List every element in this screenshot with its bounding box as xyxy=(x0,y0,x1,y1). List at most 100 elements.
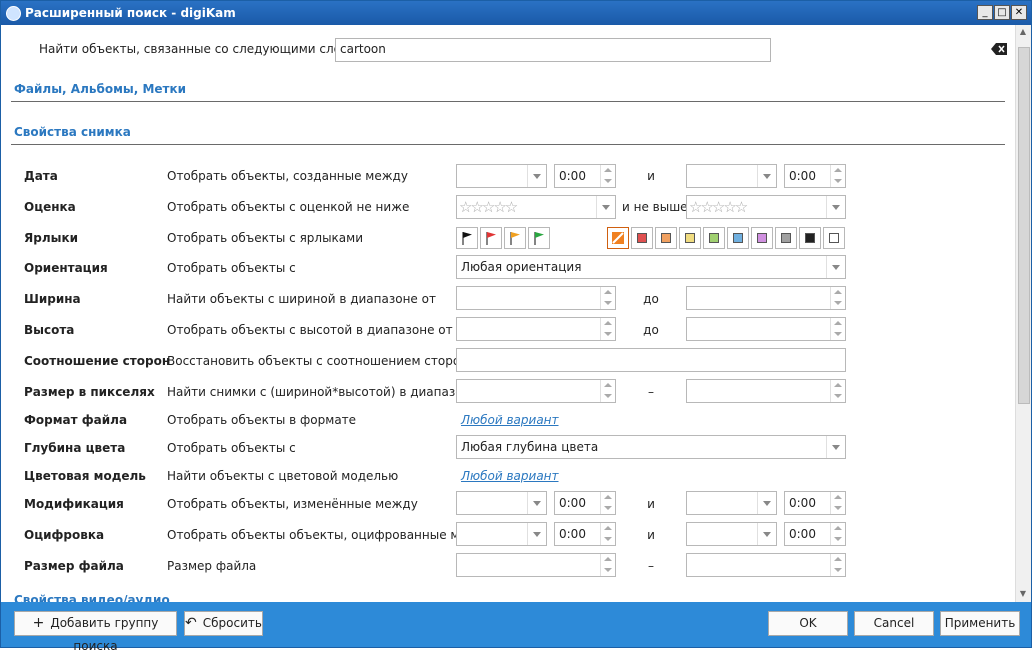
modified-to-combo[interactable] xyxy=(686,491,777,515)
flag-button[interactable] xyxy=(528,227,550,249)
height-to-spin[interactable] xyxy=(686,317,846,341)
spin-arrows-icon[interactable] xyxy=(600,380,615,402)
date-from-time[interactable]: 0:00 xyxy=(554,164,616,188)
color-depth-combo[interactable]: Любая глубина цвета xyxy=(456,435,846,459)
keywords-input[interactable]: cartoon xyxy=(335,38,771,62)
scrollbar-thumb[interactable] xyxy=(1018,47,1030,404)
divider xyxy=(11,101,1005,102)
digitized-label: Оцифровка xyxy=(24,528,105,542)
flag-button[interactable] xyxy=(504,227,526,249)
color-label-button[interactable] xyxy=(703,227,725,249)
file-size-to-spin[interactable] xyxy=(686,553,846,577)
chevron-down-icon xyxy=(596,196,615,218)
clear-icon[interactable] xyxy=(991,43,1007,55)
format-desc: Отобрать объекты в формате xyxy=(167,413,357,427)
color-label-button[interactable] xyxy=(823,227,845,249)
spin-arrows-icon[interactable] xyxy=(830,287,845,309)
file-size-from-spin[interactable] xyxy=(456,553,616,577)
title-bar: Расширенный поиск - digiKam _ □ ✕ xyxy=(1,1,1031,25)
digitized-from-combo[interactable] xyxy=(456,522,547,546)
chevron-down-icon xyxy=(527,165,546,187)
window-title: Расширенный поиск - digiKam xyxy=(25,6,236,20)
aspect-label: Соотношение сторон xyxy=(24,354,171,368)
spin-arrows-icon[interactable] xyxy=(830,492,845,514)
modified-from-time[interactable]: 0:00 xyxy=(554,491,616,515)
chevron-down-icon xyxy=(826,436,845,458)
pixel-size-label: Размер в пикселях xyxy=(24,385,155,399)
spin-arrows-icon[interactable] xyxy=(830,318,845,340)
section-files-albums-tags[interactable]: Файлы, Альбомы, Метки xyxy=(14,82,186,96)
color-label-button[interactable] xyxy=(655,227,677,249)
color-model-desc: Найти объекты с цветовой моделью xyxy=(167,469,399,483)
scroll-down-icon[interactable]: ▼ xyxy=(1018,589,1028,599)
spin-arrows-icon[interactable] xyxy=(830,165,845,187)
chevron-down-icon xyxy=(527,492,546,514)
color-label-button[interactable] xyxy=(727,227,749,249)
chevron-down-icon xyxy=(757,165,776,187)
width-to-spin[interactable] xyxy=(686,286,846,310)
rating-max-combo[interactable]: ☆☆☆☆☆ xyxy=(686,195,846,219)
add-search-group-button[interactable]: + Добавить группу поиска xyxy=(14,611,177,653)
labels-desc: Отобрать объекты с ярлыками xyxy=(167,231,364,245)
spin-arrows-icon[interactable] xyxy=(830,523,845,545)
date-to-combo[interactable] xyxy=(686,164,777,188)
format-any-link[interactable]: Любой вариант xyxy=(461,413,559,427)
spin-arrows-icon[interactable] xyxy=(830,380,845,402)
spin-arrows-icon[interactable] xyxy=(830,554,845,576)
digitized-to-combo[interactable] xyxy=(686,522,777,546)
height-from-spin[interactable] xyxy=(456,317,616,341)
date-to-time[interactable]: 0:00 xyxy=(784,164,846,188)
advanced-search-window: Расширенный поиск - digiKam _ □ ✕ Найти … xyxy=(0,0,1032,653)
color-label-button[interactable] xyxy=(799,227,821,249)
orientation-combo[interactable]: Любая ориентация xyxy=(456,255,846,279)
color-swatch-icon xyxy=(733,233,743,243)
scroll-up-icon[interactable]: ▲ xyxy=(1018,27,1028,37)
rating-min-combo[interactable]: ☆☆☆☆☆ xyxy=(456,195,616,219)
color-label-button[interactable] xyxy=(775,227,797,249)
color-swatch-icon xyxy=(829,233,839,243)
date-desc: Отобрать объекты, созданные между xyxy=(167,169,408,183)
flag-button[interactable] xyxy=(480,227,502,249)
digitized-to-time[interactable]: 0:00 xyxy=(784,522,846,546)
spin-arrows-icon[interactable] xyxy=(600,554,615,576)
color-label-button[interactable] xyxy=(631,227,653,249)
spin-arrows-icon[interactable] xyxy=(600,318,615,340)
aspect-ratio-input[interactable] xyxy=(456,348,846,372)
maximize-button[interactable]: □ xyxy=(994,5,1010,20)
reset-button[interactable]: ↶ Сбросить xyxy=(184,611,263,636)
red-flag-icon xyxy=(486,232,496,245)
digitized-from-time[interactable]: 0:00 xyxy=(554,522,616,546)
file-size-desc: Размер файла xyxy=(167,559,257,573)
color-model-any-link[interactable]: Любой вариант xyxy=(461,469,559,483)
spin-arrows-icon[interactable] xyxy=(600,165,615,187)
flag-button[interactable] xyxy=(456,227,478,249)
close-button[interactable]: ✕ xyxy=(1011,5,1027,20)
date-label: Дата xyxy=(24,169,58,183)
cancel-button[interactable]: Cancel xyxy=(854,611,934,636)
spin-arrows-icon[interactable] xyxy=(600,492,615,514)
color-swatch-icon xyxy=(637,233,647,243)
color-label-button[interactable] xyxy=(679,227,701,249)
apply-button[interactable]: Применить xyxy=(940,611,1020,636)
width-from-spin[interactable] xyxy=(456,286,616,310)
undo-icon: ↶ xyxy=(185,615,197,631)
minimize-button[interactable]: _ xyxy=(977,5,993,20)
ok-button[interactable]: OK xyxy=(768,611,848,636)
no-color-label-button[interactable] xyxy=(607,227,629,249)
pixel-size-to-spin[interactable] xyxy=(686,379,846,403)
dash-label: – xyxy=(648,559,654,573)
spin-arrows-icon[interactable] xyxy=(600,287,615,309)
color-label-button[interactable] xyxy=(751,227,773,249)
spin-arrows-icon[interactable] xyxy=(600,523,615,545)
width-desc: Найти объекты с шириной в диапазоне от xyxy=(167,292,436,306)
rating-desc: Отобрать объекты с оценкой не ниже xyxy=(167,200,410,214)
stars-icon: ☆☆☆☆☆ xyxy=(689,198,748,216)
pixel-size-from-spin[interactable] xyxy=(456,379,616,403)
vertical-scrollbar[interactable]: ▲ ▼ xyxy=(1015,25,1031,603)
date-from-combo[interactable] xyxy=(456,164,547,188)
green-flag-icon xyxy=(534,232,544,245)
modified-from-combo[interactable] xyxy=(456,491,547,515)
no-color-icon xyxy=(612,232,624,244)
modified-to-time[interactable]: 0:00 xyxy=(784,491,846,515)
section-photo-properties[interactable]: Свойства снимка xyxy=(14,125,131,139)
